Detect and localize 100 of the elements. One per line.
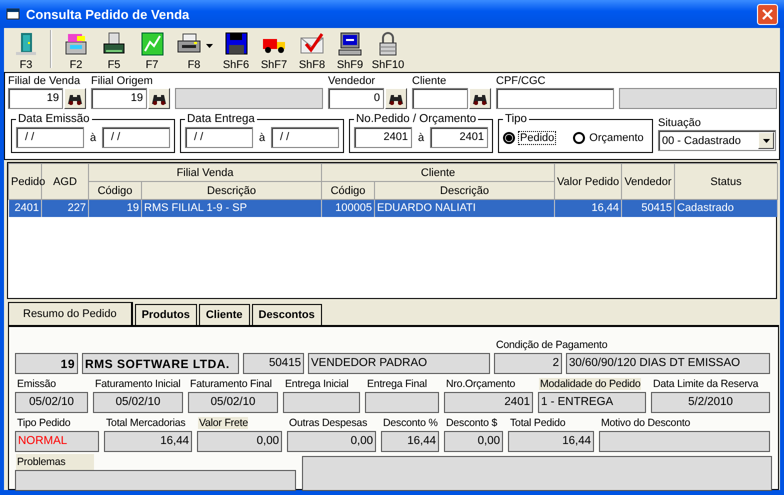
readonly-field: NORMAL: [15, 431, 99, 452]
column-header: Descrição: [374, 182, 554, 200]
readonly-field: 2401: [444, 392, 533, 413]
column-header: Código: [322, 182, 374, 200]
lookup-button[interactable]: [469, 88, 491, 109]
input-field[interactable]: 2401: [354, 127, 412, 148]
window-title: Consulta Pedido de Venda: [26, 6, 190, 22]
input-field[interactable]: 19: [8, 88, 63, 109]
toolbar-button[interactable]: F8: [172, 30, 216, 71]
readonly-field: VENDEDOR PADRAO: [308, 353, 490, 374]
table-cell: 227: [42, 200, 88, 216]
tab[interactable]: Resumo do Pedido: [8, 302, 133, 325]
radio-button[interactable]: [573, 132, 586, 144]
field-label: Modalidade do Pedido: [539, 378, 640, 390]
group-label: No.Pedido / Orçamento: [355, 113, 478, 125]
readonly-field: 30/60/90/120 DIAS DT EMISSAO: [566, 353, 770, 374]
binoculars-icon: [67, 92, 83, 104]
readonly-field: 50415: [243, 353, 304, 374]
toolbar-button[interactable]: ShF9: [332, 30, 368, 71]
input-field[interactable]: / /: [271, 127, 339, 148]
table-cell: 19: [88, 200, 142, 216]
to-label: à: [416, 132, 426, 144]
input-field[interactable]: / /: [16, 127, 84, 148]
field-label: Desconto %: [382, 417, 438, 429]
field-label: Situação: [658, 116, 702, 130]
field-label: Nro.Orçamento: [445, 378, 516, 390]
table-row[interactable]: 2401 227 19 RMS FILIAL 1-9 - SP 100005 EDUARDO NALIATI 16,44 50415 Cadastrado: [8, 200, 778, 216]
tab[interactable]: Descontos: [252, 304, 322, 325]
readonly-field: 0,00: [444, 431, 503, 452]
column-header: Filial Venda: [88, 164, 322, 182]
radio-label[interactable]: Pedido: [519, 132, 556, 144]
column-header: Cliente: [322, 164, 554, 182]
close-button[interactable]: [757, 4, 778, 24]
field-label: Data Limite da Reserva: [652, 378, 758, 390]
field-label: Entrega Final: [366, 378, 427, 390]
field-label: Entrega Inicial: [284, 378, 349, 390]
input-field[interactable]: 19: [91, 88, 147, 109]
readonly-field: 19: [15, 353, 78, 374]
to-label: à: [88, 132, 98, 144]
dropdown-arrow-icon: [762, 138, 770, 142]
tab[interactable]: Produtos: [134, 304, 197, 325]
toolbar-button[interactable]: F7: [134, 30, 170, 71]
input-field[interactable]: / /: [185, 127, 253, 148]
table-cell: EDUARDO NALIATI: [374, 200, 554, 216]
field-label: Outras Despesas: [288, 417, 368, 429]
to-label: à: [258, 132, 266, 144]
binoculars-icon: [472, 92, 488, 104]
table-cell: 16,44: [554, 200, 622, 216]
field-label: Tipo Pedido: [16, 417, 70, 429]
column-header: Vendedor: [622, 164, 674, 200]
dropdown[interactable]: 00 - Cadastrado: [658, 130, 776, 151]
readonly-field: 1 - ENTREGA: [538, 392, 646, 413]
input-field[interactable]: 2401: [430, 127, 488, 148]
field-label: Desconto $: [445, 417, 498, 429]
input-field[interactable]: [412, 88, 468, 109]
column-header: Código: [88, 182, 142, 200]
field-label: Emissão: [16, 378, 56, 390]
group-label: Tipo: [504, 113, 528, 125]
table-cell: RMS FILIAL 1-9 - SP: [142, 200, 322, 216]
readonly-field: 16,44: [104, 431, 192, 452]
toolbar-button[interactable]: ShF6: [218, 30, 254, 71]
readonly-field: 0,00: [287, 431, 376, 452]
field-label: Filial de Venda: [8, 75, 80, 87]
readonly-field: 2: [494, 353, 562, 374]
radio-label[interactable]: Orçamento: [589, 132, 644, 144]
column-header: Descrição: [142, 182, 322, 200]
caret-icon: [206, 44, 213, 48]
field-label: Total Pedido: [509, 417, 566, 429]
group-label: Data Entrega: [186, 113, 256, 125]
toolbar-button[interactable]: F5: [96, 30, 132, 71]
radio-button[interactable]: [503, 132, 515, 144]
toolbar-button[interactable]: ShF10: [370, 30, 406, 71]
lookup-button[interactable]: [148, 88, 170, 109]
column-header: Valor Pedido: [554, 164, 622, 200]
table-cell: 50415: [622, 200, 674, 216]
lookup-button[interactable]: [385, 88, 407, 109]
readonly-field: RMS SOFTWARE LTDA.: [82, 353, 239, 374]
column-header: Status: [674, 164, 778, 200]
lookup-button[interactable]: [64, 88, 86, 109]
field-label: CPF/CGC: [496, 75, 546, 87]
binoculars-icon: [388, 92, 404, 104]
readonly-field: 05/02/10: [15, 392, 88, 413]
readonly-field: 05/02/10: [188, 392, 278, 413]
toolbar-button[interactable]: F3: [8, 30, 44, 71]
readonly-field: 5/2/2010: [651, 392, 770, 413]
input-field[interactable]: / /: [102, 127, 170, 148]
field-label: Filial Origem: [91, 75, 153, 87]
toolbar-button[interactable]: ShF8: [294, 30, 330, 71]
computer-icon: [336, 30, 364, 58]
field-label: Vendedor: [328, 75, 376, 87]
group-label: Data Emissão: [17, 113, 91, 125]
input-field[interactable]: [496, 88, 614, 109]
toolbar-button[interactable]: ShF7: [256, 30, 292, 71]
close-icon: [762, 8, 773, 20]
toolbar-button[interactable]: F2: [58, 30, 94, 71]
input-field[interactable]: 0: [328, 88, 384, 109]
tab[interactable]: Cliente: [198, 304, 250, 325]
field-label: Total Mercadorias: [105, 417, 186, 429]
field-label: Motivo do Desconto: [600, 417, 690, 429]
field-label: Cliente: [412, 75, 446, 87]
